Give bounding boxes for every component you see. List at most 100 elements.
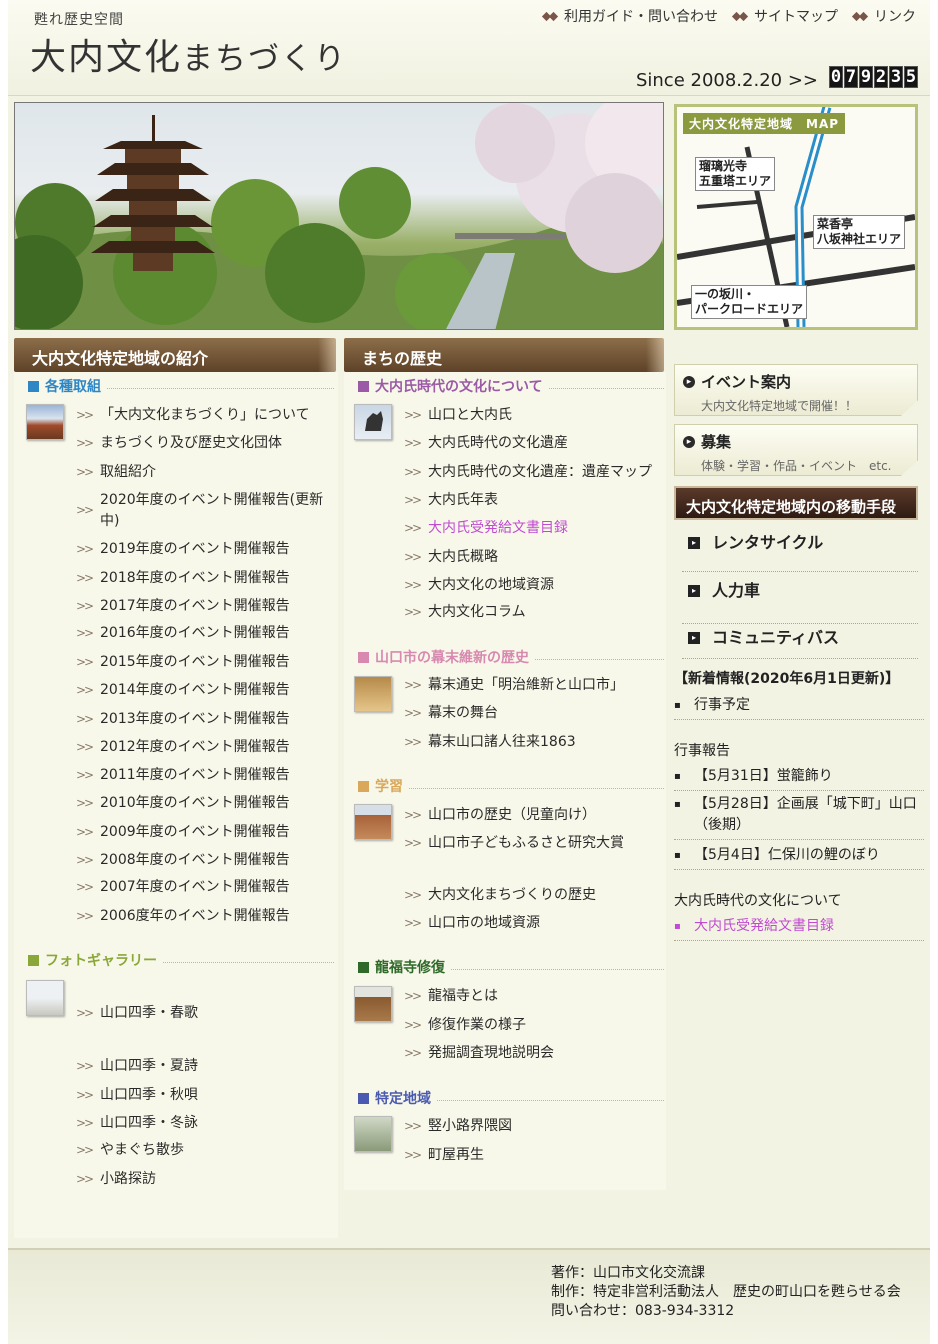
link-organizations[interactable]: >> まちづくり及び歴史文化団体 [76,433,282,454]
hero-illustration [15,103,663,329]
link-label: 幕末の舞台 [428,705,498,721]
double-chevron-icon: >> [404,550,422,564]
link-autumn[interactable]: >> 山口四季・秋唄 [76,1085,198,1106]
link-about-machizukuri[interactable]: >> 「大内文化まちづくり」について [76,405,310,426]
section-ryufukuji-heading: 龍福寺修復 [358,957,664,977]
map-area-rurikoji[interactable]: 瑠璃光寺 五重塔エリア [695,157,776,191]
link-report-2016[interactable]: >> 2016年度のイベント開催報告 [76,623,290,644]
link-alley-explore[interactable]: >> 小路探訪 [76,1169,156,1190]
link-report-2018[interactable]: >> 2018年度のイベント開催報告 [76,568,290,589]
link-label: 幕末通史「明治維新と山口市」 [428,677,624,693]
diamond-bullet-icon [542,12,560,21]
link-report-2015[interactable]: >> 2015年度のイベント開催報告 [76,652,290,673]
link-yamaguchi-ouchi[interactable]: >> 山口と大内氏 [404,405,512,426]
link-tatekoji-map[interactable]: >> 竪小路界隈図 [404,1116,512,1137]
link-report-2011[interactable]: >> 2011年度のイベント開催報告 [76,765,290,786]
link-report-2008[interactable]: >> 2008年度のイベント開催報告 [76,850,290,871]
recruitment-banner[interactable]: ▸ 募集 体験・学習・作品・イベント etc. [674,424,918,476]
link-rickshaw[interactable]: ▸ 人力車 [682,580,918,624]
nav-links-link[interactable]: リンク [852,6,916,26]
double-chevron-icon: >> [76,796,94,810]
map-area-saikotei[interactable]: 菜香亭 八坂神社エリア [813,215,906,249]
report-item-exhibition[interactable]: 【5月28日】企画展「城下町」山口（後期） [674,794,924,840]
link-report-2019[interactable]: >> 2019年度のイベント開催報告 [76,539,290,560]
link-label: 龍福寺とは [428,988,498,1004]
site-logo[interactable]: 大内文化まちづくり [30,28,347,80]
double-chevron-icon: >> [76,909,94,923]
double-chevron-icon: >> [404,989,422,1003]
link-machizukuri-history[interactable]: >> 大内文化まちづくりの歴史 [404,885,596,906]
section-tokutei-label: 特定地域 [375,1091,431,1107]
link-heritage-map[interactable]: >> 大内氏時代の文化遺産：遺産マップ [404,462,652,483]
link-restoration-work[interactable]: >> 修復作業の様子 [404,1015,526,1036]
link-yamaguchi-walk[interactable]: >> やまぐち散歩 [76,1140,184,1161]
link-label: 町屋再生 [428,1147,484,1163]
culture-item-documents[interactable]: 大内氏受発給文書目録 [674,916,924,941]
recruitment-label: 募集 [701,433,732,451]
nav-guide-contact-link[interactable]: 利用ガイド・問い合わせ [542,6,718,26]
visitor-counter: 0 7 9 2 3 5 [829,66,918,88]
double-chevron-icon: >> [404,888,422,902]
link-ouchi-column[interactable]: >> 大内文化コラム [404,602,526,623]
link-report-2010[interactable]: >> 2010年度のイベント開催報告 [76,793,290,814]
double-chevron-icon: >> [404,1119,422,1133]
torikumi-thumbnail [26,404,64,440]
link-excavation-briefing[interactable]: >> 発掘調査現地説明会 [404,1043,554,1064]
link-ouchi-chronology[interactable]: >> 大内氏年表 [404,490,498,511]
link-report-2012[interactable]: >> 2012年度のイベント開催報告 [76,737,290,758]
link-label: 大内氏年表 [428,492,498,508]
link-winter[interactable]: >> 山口四季・冬詠 [76,1113,198,1134]
news-item-schedule[interactable]: 行事予定 [674,695,924,720]
link-report-2014[interactable]: >> 2014年度のイベント開催報告 [76,680,290,701]
link-label: 2019年度のイベント開催報告 [100,541,290,557]
area-map[interactable]: 大内文化特定地域 MAP 瑠璃光寺 五重塔エリア 菜香亭 八坂神社エリア 一の坂… [674,104,918,330]
link-report-2020[interactable]: >> 2020年度のイベント開催報告(更新中) [76,490,340,532]
link-report-2007[interactable]: >> 2007年度のイベント開催報告 [76,877,290,898]
link-label: 大内文化コラム [428,604,526,620]
link-community-bus[interactable]: ▸ コミュニティバス [682,627,918,659]
link-spring[interactable]: >> 山口四季・春歌 [76,1003,198,1024]
link-children-research-award[interactable]: >> 山口市子どもふるさと研究大賞 [404,833,624,854]
double-chevron-icon: >> [76,853,94,867]
link-meiji-restoration[interactable]: >> 幕末通史「明治維新と山口市」 [404,675,624,696]
link-regional-resources[interactable]: >> 大内文化の地域資源 [404,575,554,596]
report-item-firefly[interactable]: 【5月31日】蛍籠飾り [674,766,924,791]
double-chevron-icon: >> [404,521,422,535]
link-yamaguchi-resources[interactable]: >> 山口市の地域資源 [404,913,540,934]
link-label: やまぐち散歩 [100,1142,184,1158]
link-report-2017[interactable]: >> 2017年度のイベント開催報告 [76,596,290,617]
map-area-ichinosaka[interactable]: 一の坂川・ パークロードエリア [691,285,808,319]
nav-sitemap-link[interactable]: サイトマップ [732,6,838,26]
link-report-2013[interactable]: >> 2013年度のイベント開催報告 [76,709,290,730]
link-report-2009[interactable]: >> 2009年度のイベント開催報告 [76,822,290,843]
link-label: 発掘調査現地説明会 [428,1045,554,1061]
arrow-square-icon: ▸ [688,585,700,597]
counter-digit: 5 [904,66,918,88]
report-item-koinobori[interactable]: 【5月4日】仁保川の鯉のぼり [674,845,924,870]
link-bakumatsu-stage[interactable]: >> 幕末の舞台 [404,703,498,724]
link-summer[interactable]: >> 山口四季・夏詩 [76,1056,198,1077]
square-bullet-icon [358,780,369,792]
link-history-children[interactable]: >> 山口市の歴史（児童向け） [404,805,596,826]
link-label: コミュニティバス [712,628,840,647]
link-bakumatsu-1863[interactable]: >> 幕末山口諸人往来1863 [404,732,576,753]
double-chevron-icon: >> [404,493,422,507]
link-ouchi-overview[interactable]: >> 大内氏概略 [404,547,498,568]
square-bullet-icon [358,380,369,392]
link-about-ryufukuji[interactable]: >> 龍福寺とは [404,986,498,1007]
double-chevron-icon: >> [76,542,94,556]
link-ouchi-documents[interactable]: >> 大内氏受発給文書目録 [404,518,568,539]
link-cultural-heritage[interactable]: >> 大内氏時代の文化遺産 [404,433,568,454]
link-initiatives[interactable]: >> 取組紹介 [76,462,156,483]
nav-links-label: リンク [874,9,916,25]
link-report-2006[interactable]: >> 2006度年のイベント開催報告 [76,906,290,927]
link-label: 山口と大内氏 [428,407,512,423]
link-rental-cycle[interactable]: ▸ レンタサイクル [682,532,918,572]
counter-digit: 0 [829,66,843,88]
link-label: 2012年度のイベント開催報告 [100,739,290,755]
link-machiya-revival[interactable]: >> 町屋再生 [404,1145,484,1166]
link-label: 大内氏概略 [428,549,498,565]
counter-digit: 9 [859,66,873,88]
event-info-banner[interactable]: ▸ イベント案内 大内文化特定地域で開催！！ [674,364,918,416]
recruitment-subtitle: 体験・学習・作品・イベント etc. [701,459,892,473]
